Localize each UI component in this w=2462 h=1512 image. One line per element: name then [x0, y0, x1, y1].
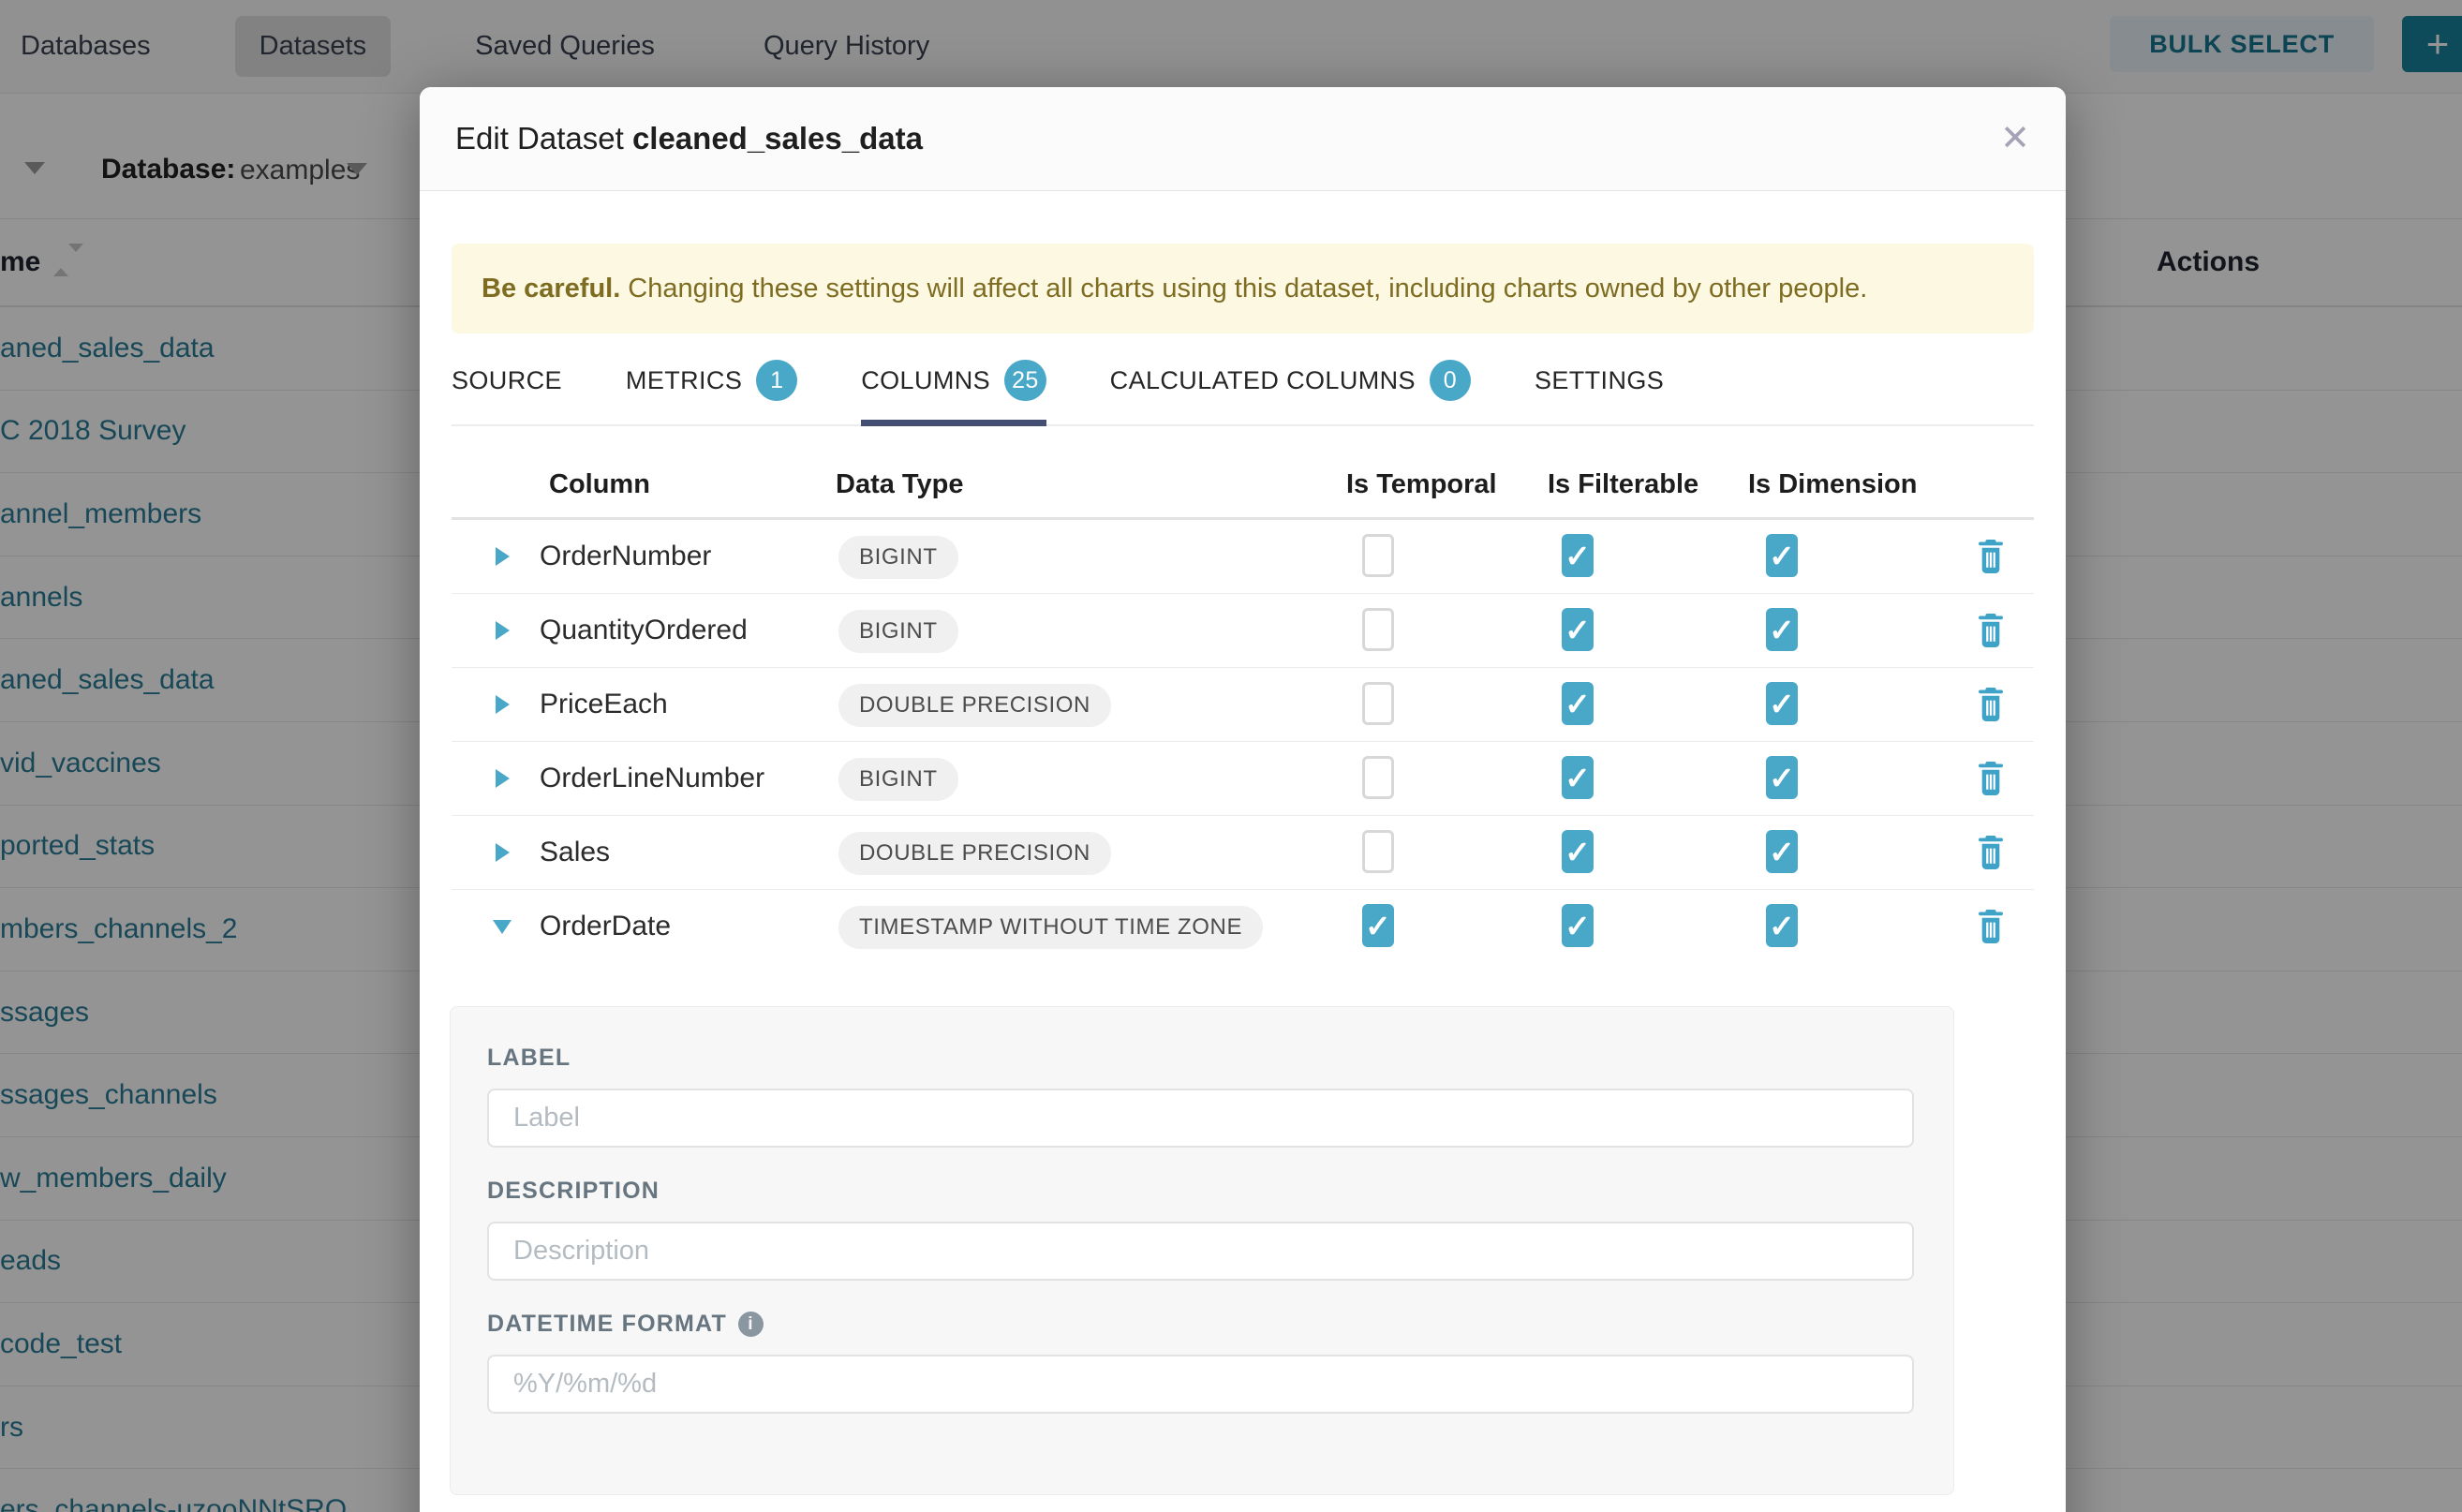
modal-title-dataset-name: cleaned_sales_data — [632, 121, 923, 156]
tab-settings[interactable]: SETTINGS — [1535, 360, 1664, 426]
column-name: OrderLineNumber — [540, 763, 764, 794]
warning-banner-text: Changing these settings will affect all … — [628, 274, 1867, 304]
expand-caret-icon[interactable] — [496, 769, 510, 788]
modal-body: Be careful. Changing these settings will… — [420, 244, 2066, 1495]
tab-label: SETTINGS — [1535, 366, 1664, 395]
data-type-badge: BIGINT — [838, 536, 958, 579]
is-filterable-checkbox[interactable] — [1562, 682, 1594, 725]
is-filterable-checkbox[interactable] — [1562, 830, 1594, 873]
column-header: Column — [549, 469, 650, 500]
expand-caret-icon[interactable] — [496, 547, 510, 566]
column-row: OrderNumber BIGINT — [452, 520, 2034, 594]
column-name: QuantityOrdered — [540, 615, 748, 646]
data-type-badge: BIGINT — [838, 610, 958, 653]
field-label-text: DATETIME FORMAT — [487, 1311, 727, 1338]
column-detail-editor: LABEL DESCRIPTION DATETIME FORMAT i — [450, 1006, 1954, 1495]
label-field-label: LABEL — [487, 1045, 1917, 1072]
screen: Databases Datasets Saved Queries Query H… — [0, 0, 2462, 1512]
is-dimension-checkbox[interactable] — [1766, 534, 1798, 577]
warning-banner-bold: Be careful. — [482, 274, 620, 304]
label-input[interactable] — [487, 1089, 1914, 1148]
trash-icon[interactable] — [1977, 762, 2005, 800]
tab-count-badge: 25 — [1004, 360, 1046, 401]
datetime-format-field-block: DATETIME FORMAT i — [487, 1311, 1917, 1414]
field-label-text: DESCRIPTION — [487, 1178, 660, 1205]
data-type-badge: DOUBLE PRECISION — [838, 832, 1111, 875]
edit-dataset-modal: Edit Dataset cleaned_sales_data ✕ Be car… — [420, 87, 2066, 1512]
is-dimension-checkbox[interactable] — [1766, 756, 1798, 799]
column-row: QuantityOrdered BIGINT — [452, 594, 2034, 668]
data-type-badge: TIMESTAMP WITHOUT TIME ZONE — [838, 906, 1263, 949]
tab-label: CALCULATED COLUMNS — [1110, 366, 1416, 395]
data-type-badge: DOUBLE PRECISION — [838, 684, 1111, 727]
expand-caret-icon[interactable] — [496, 695, 510, 714]
column-name: Sales — [540, 837, 610, 868]
columns-table-header: Column Data Type Is Temporal Is Filterab… — [452, 460, 2034, 520]
column-row: Sales DOUBLE PRECISION — [452, 816, 2034, 890]
tab-label: COLUMNS — [861, 366, 990, 395]
expand-caret-icon[interactable] — [496, 621, 510, 640]
is-temporal-checkbox[interactable] — [1362, 682, 1394, 725]
warning-banner: Be careful. Changing these settings will… — [452, 244, 2034, 334]
is-filterable-header: Is Filterable — [1548, 469, 1698, 500]
tab-count-badge: 0 — [1430, 360, 1471, 401]
trash-icon[interactable] — [1977, 836, 2005, 874]
is-dimension-checkbox[interactable] — [1766, 682, 1798, 725]
data-type-badge: BIGINT — [838, 758, 958, 801]
tab-columns[interactable]: COLUMNS 25 — [861, 360, 1046, 426]
field-label-text: LABEL — [487, 1045, 571, 1072]
datetime-format-field-label: DATETIME FORMAT i — [487, 1311, 1917, 1338]
is-dimension-checkbox[interactable] — [1766, 904, 1798, 947]
modal-title: Edit Dataset cleaned_sales_data — [455, 121, 923, 156]
description-input[interactable] — [487, 1222, 1914, 1281]
column-row: PriceEach DOUBLE PRECISION — [452, 668, 2034, 742]
info-icon[interactable]: i — [738, 1312, 764, 1337]
is-temporal-checkbox[interactable] — [1362, 534, 1394, 577]
is-filterable-checkbox[interactable] — [1562, 904, 1594, 947]
expand-caret-icon[interactable] — [496, 843, 510, 862]
datetime-format-input[interactable] — [487, 1355, 1914, 1414]
modal-header: Edit Dataset cleaned_sales_data ✕ — [420, 87, 2066, 191]
is-temporal-checkbox[interactable] — [1362, 904, 1394, 947]
is-filterable-checkbox[interactable] — [1562, 756, 1594, 799]
collapse-caret-icon[interactable] — [493, 920, 512, 934]
tab-count-badge: 1 — [756, 360, 797, 401]
column-row: OrderLineNumber BIGINT — [452, 742, 2034, 816]
trash-icon[interactable] — [1977, 688, 2005, 726]
is-temporal-checkbox[interactable] — [1362, 830, 1394, 873]
tab-label: SOURCE — [452, 366, 562, 395]
trash-icon[interactable] — [1977, 614, 2005, 652]
is-filterable-checkbox[interactable] — [1562, 608, 1594, 651]
label-field-block: LABEL — [487, 1045, 1917, 1148]
is-temporal-checkbox[interactable] — [1362, 608, 1394, 651]
column-name: OrderDate — [540, 911, 671, 942]
column-row: OrderDate TIMESTAMP WITHOUT TIME ZONE — [452, 890, 2034, 964]
tab-metrics[interactable]: METRICS 1 — [626, 360, 797, 426]
data-type-header: Data Type — [836, 469, 963, 500]
is-dimension-checkbox[interactable] — [1766, 608, 1798, 651]
is-dimension-header: Is Dimension — [1748, 469, 1918, 500]
columns-table: Column Data Type Is Temporal Is Filterab… — [452, 460, 2034, 964]
is-dimension-checkbox[interactable] — [1766, 830, 1798, 873]
description-field-label: DESCRIPTION — [487, 1178, 1917, 1205]
description-field-block: DESCRIPTION — [487, 1178, 1917, 1281]
column-name: OrderNumber — [540, 541, 711, 572]
modal-tabs: SOURCE METRICS 1 COLUMNS 25 CALCULATED C… — [452, 360, 2034, 426]
is-temporal-checkbox[interactable] — [1362, 756, 1394, 799]
modal-title-prefix: Edit Dataset — [455, 121, 624, 156]
tab-label: METRICS — [626, 366, 742, 395]
close-icon[interactable]: ✕ — [2000, 121, 2030, 156]
is-temporal-header: Is Temporal — [1346, 469, 1497, 500]
is-filterable-checkbox[interactable] — [1562, 534, 1594, 577]
trash-icon[interactable] — [1977, 540, 2005, 578]
tab-source[interactable]: SOURCE — [452, 360, 562, 426]
trash-icon[interactable] — [1977, 910, 2005, 948]
column-name: PriceEach — [540, 689, 668, 720]
tab-calculated-columns[interactable]: CALCULATED COLUMNS 0 — [1110, 360, 1471, 426]
